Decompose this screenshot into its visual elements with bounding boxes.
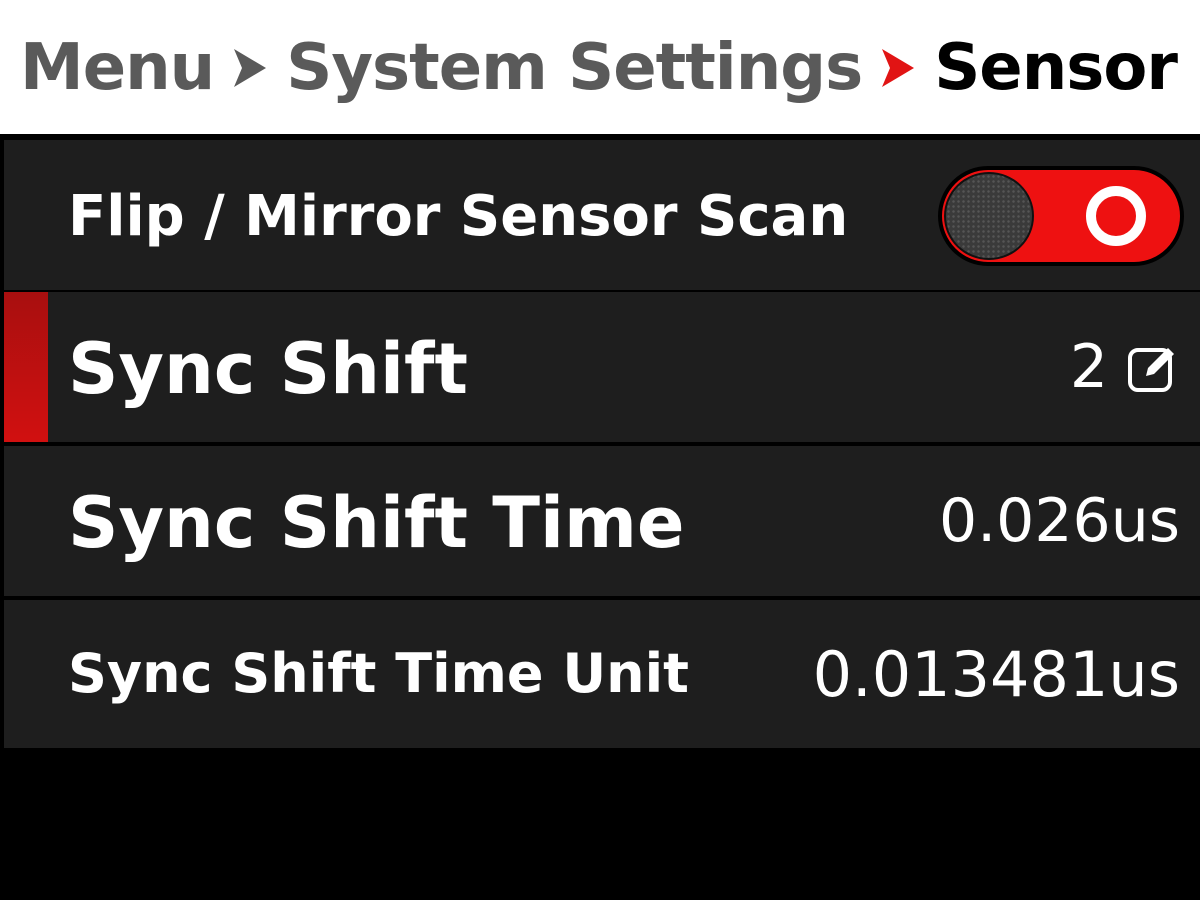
setting-value: 2 — [1070, 332, 1180, 402]
breadcrumb-menu[interactable]: Menu — [20, 31, 215, 105]
setting-label: Sync Shift — [68, 328, 468, 410]
toggle-on-icon — [1086, 186, 1146, 246]
sensor-settings-screen: Menu System Settings Sensor Flip / Mirro… — [0, 0, 1200, 900]
flip-mirror-toggle[interactable] — [938, 166, 1184, 266]
chevron-right-icon — [230, 43, 270, 93]
setting-value: 0.013481us — [812, 638, 1180, 711]
setting-value: 0.026us — [938, 486, 1180, 556]
setting-row-sync-shift[interactable]: Sync Shift 2 — [4, 292, 1200, 442]
breadcrumb-system-settings[interactable]: System Settings — [286, 31, 863, 105]
setting-row-flip-mirror[interactable]: Flip / Mirror Sensor Scan — [4, 140, 1200, 290]
edit-icon[interactable] — [1126, 340, 1180, 394]
setting-label: Sync Shift Time — [68, 482, 685, 564]
setting-row-sync-shift-time-unit[interactable]: Sync Shift Time Unit 0.013481us — [4, 600, 1200, 748]
header: Menu System Settings Sensor — [0, 0, 1200, 134]
breadcrumb: Menu System Settings Sensor — [20, 28, 1178, 108]
chevron-right-icon — [878, 43, 918, 93]
toggle-knob — [944, 172, 1034, 260]
setting-row-sync-shift-time[interactable]: Sync Shift Time 0.026us — [4, 446, 1200, 596]
breadcrumb-current: Sensor — [934, 31, 1178, 105]
setting-label: Sync Shift Time Unit — [68, 642, 689, 705]
setting-label: Flip / Mirror Sensor Scan — [68, 184, 849, 249]
sync-shift-value: 2 — [1069, 332, 1108, 402]
selection-indicator — [4, 292, 48, 442]
